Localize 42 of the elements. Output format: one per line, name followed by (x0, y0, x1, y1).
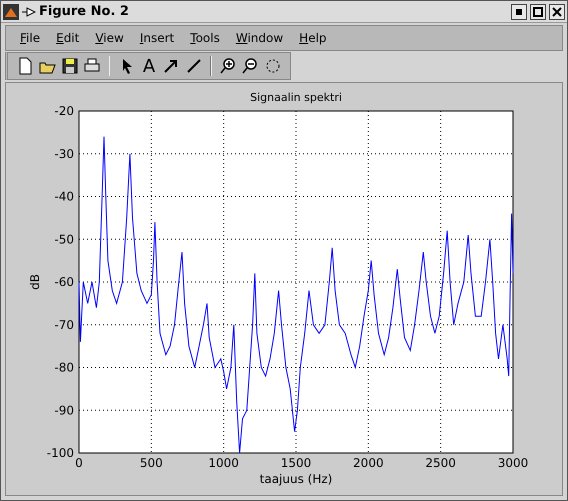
app-logo-icon (3, 4, 19, 20)
maximize-button[interactable] (530, 4, 546, 20)
x-tick-label: 0 (75, 456, 83, 470)
rotate-icon (264, 57, 282, 75)
y-tick-label: -100 (46, 446, 74, 460)
y-axis-label: dB (28, 274, 42, 290)
maximize-icon (533, 6, 543, 16)
menu-item[interactable]: File (12, 31, 48, 45)
y-tick-label: -30 (54, 146, 74, 161)
menu-item[interactable]: View (87, 31, 132, 45)
minimize-button[interactable] (511, 4, 527, 20)
x-tick-label: 2500 (425, 456, 456, 470)
menu-item[interactable]: Tools (182, 31, 228, 45)
text-tool-button[interactable]: A (140, 56, 158, 76)
x-tick-label: 3000 (498, 456, 528, 470)
zoom-out-icon (241, 57, 260, 75)
y-tick-label: -70 (54, 318, 74, 332)
x-tick-label: 500 (140, 456, 163, 470)
y-tick-label: -90 (54, 403, 74, 418)
chart-title: Signaalin spektri (250, 91, 342, 104)
line-icon (184, 57, 203, 75)
zoom-in-button[interactable] (218, 56, 238, 76)
x-tick-label: 1500 (280, 456, 312, 470)
y-tick-label: -80 (54, 360, 74, 374)
pin-icon[interactable] (22, 6, 36, 18)
menu-item[interactable]: Window (228, 31, 292, 45)
x-tick-label: 2000 (353, 456, 384, 470)
y-tick-label: -20 (54, 104, 74, 118)
x-axis-label: taajuus (Hz) (260, 472, 332, 486)
zoom-in-icon (219, 57, 238, 75)
y-tick-label: -60 (54, 275, 74, 289)
menu-item[interactable]: Help (291, 31, 335, 45)
close-icon (552, 6, 562, 16)
close-button[interactable] (549, 4, 565, 20)
y-tick-label: -50 (54, 232, 74, 246)
minimize-icon (516, 8, 522, 14)
menu-item[interactable]: Edit (48, 31, 88, 45)
window-title: Figure No. 2 (39, 4, 130, 19)
save-button[interactable] (60, 56, 80, 76)
x-tick-label: 1000 (208, 456, 239, 470)
menu-item[interactable]: Insert (132, 31, 182, 45)
y-tick-label: -40 (54, 190, 74, 204)
